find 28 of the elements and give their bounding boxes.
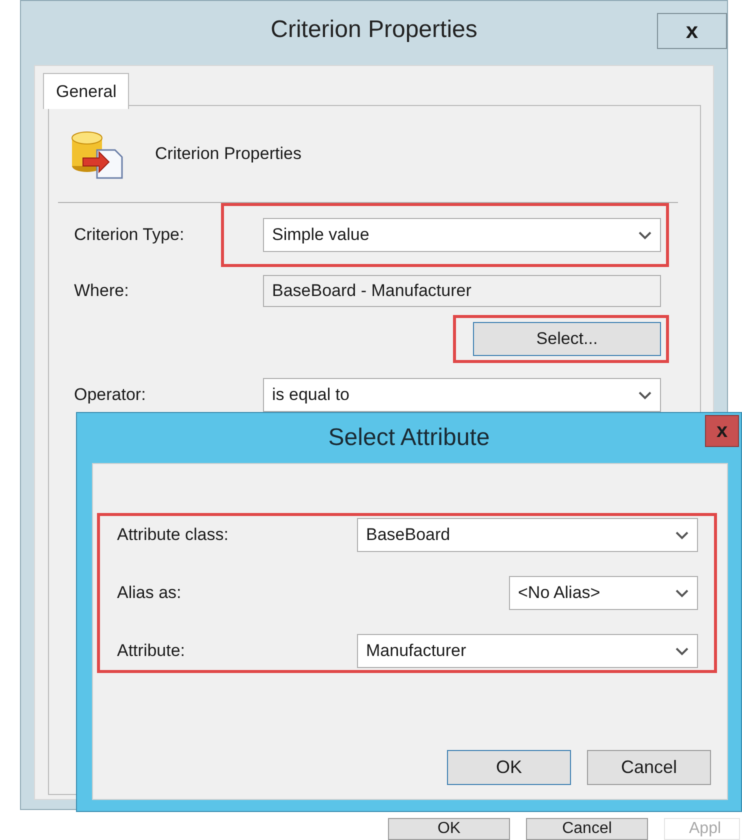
dialog-button[interactable]: Cancel <box>587 750 711 785</box>
window-title: Select Attribute <box>328 423 490 453</box>
chevron-down-icon <box>638 390 652 400</box>
field-label: Criterion Type: <box>74 224 186 246</box>
header-text: Criterion Properties <box>155 143 302 166</box>
field-label: Where: <box>74 280 130 302</box>
window-title: Criterion Properties <box>270 15 478 45</box>
dropdown[interactable]: is equal to <box>263 378 661 412</box>
dropdown[interactable]: BaseBoard <box>357 518 698 552</box>
field-label: Attribute class: <box>117 524 228 546</box>
chevron-down-icon <box>638 230 652 240</box>
chevron-down-icon <box>675 646 689 656</box>
chevron-down-icon <box>675 530 689 540</box>
field-label: Operator: <box>74 384 147 406</box>
tab[interactable]: General <box>43 73 130 109</box>
close-button[interactable]: x <box>657 13 727 49</box>
close-button[interactable]: x <box>705 415 739 447</box>
dropdown[interactable]: <No Alias> <box>509 576 698 610</box>
field-label: Alias as: <box>117 582 182 604</box>
dropdown[interactable]: Simple value <box>263 218 661 252</box>
dropdown[interactable]: Manufacturer <box>357 634 698 668</box>
readonly-field: BaseBoard - Manufacturer <box>263 275 661 307</box>
select-button[interactable]: Select... <box>473 322 661 356</box>
dialog-button[interactable]: OK <box>447 750 571 785</box>
dialog-button[interactable]: Cancel <box>526 818 648 840</box>
field-label: Attribute: <box>117 640 186 662</box>
dialog-button[interactable]: OK <box>388 818 510 840</box>
chevron-down-icon <box>675 588 689 598</box>
